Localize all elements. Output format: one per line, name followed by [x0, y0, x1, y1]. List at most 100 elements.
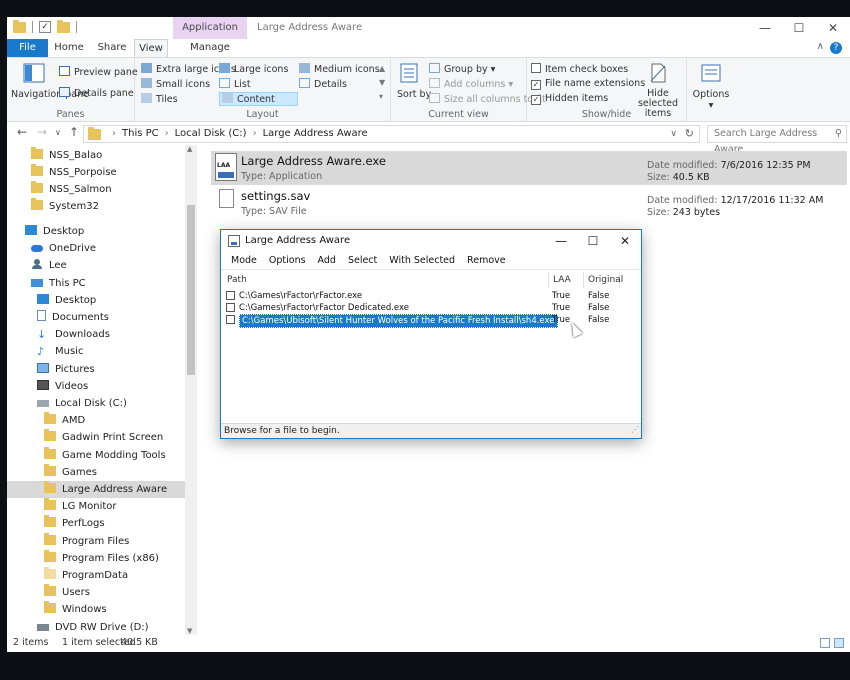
row-checkbox[interactable] [226, 291, 235, 300]
breadcrumb-local-disk[interactable]: Local Disk (C:) [175, 128, 247, 139]
nav-item-nss-porpoise[interactable]: NSS_Porpoise [31, 164, 117, 181]
nav-item-lg-monitor[interactable]: LG Monitor [44, 498, 117, 515]
menu-options[interactable]: Options [263, 252, 312, 269]
dialog-close-button[interactable]: ✕ [609, 230, 641, 252]
layout-tiles[interactable]: Tiles [141, 93, 178, 105]
address-breadcrumb[interactable]: › This PC › Local Disk (C:) › Large Address A… [83, 125, 700, 143]
nav-pane-scrollbar[interactable]: ▲ ▼ [185, 145, 197, 635]
menu-with-selected[interactable]: With Selected [383, 252, 461, 269]
menu-remove[interactable]: Remove [461, 252, 512, 269]
nav-item-videos[interactable]: Videos [37, 378, 88, 395]
column-header-path[interactable]: Path [223, 272, 549, 288]
tab-share[interactable]: Share [95, 39, 129, 57]
row-checkbox[interactable] [226, 315, 235, 324]
column-header-original[interactable]: Original [584, 272, 623, 288]
properties-icon[interactable]: ✓ [39, 21, 51, 33]
options-button[interactable]: Options ▾ [691, 62, 731, 111]
nav-item-this-pc[interactable]: This PC [31, 275, 86, 292]
up-arrow-icon[interactable]: ↑ [69, 125, 79, 139]
group-by-button[interactable]: Group by ▾ [429, 63, 495, 75]
nav-item-nss-salmon[interactable]: NSS_Salmon [31, 181, 112, 198]
row-checkbox[interactable] [226, 303, 235, 312]
layout-group-label: Layout [246, 109, 279, 120]
layout-large-icons[interactable]: Large icons [219, 63, 288, 75]
file-row-settings-sav[interactable]: settings.sav Type: SAV File Date modifie… [211, 186, 847, 220]
menu-add[interactable]: Add [312, 252, 342, 269]
nav-item-desktop[interactable]: Desktop [37, 292, 96, 309]
menu-select[interactable]: Select [342, 252, 383, 269]
nav-item-desktop-root[interactable]: Desktop [25, 223, 84, 240]
tab-home[interactable]: Home [53, 39, 85, 57]
nav-item-large-address-aware[interactable]: Large Address Aware [7, 481, 185, 498]
nav-item-game-modding-tools[interactable]: Game Modding Tools [44, 447, 166, 464]
menu-mode[interactable]: Mode [225, 252, 263, 269]
nav-item-gadwin[interactable]: Gadwin Print Screen [44, 429, 163, 446]
breadcrumb-separator[interactable]: › [253, 128, 257, 139]
breadcrumb-this-pc[interactable]: This PC [122, 128, 159, 139]
nav-item-program-files[interactable]: Program Files [44, 533, 129, 550]
new-folder-icon[interactable] [57, 19, 70, 33]
nav-item-system32[interactable]: System32 [31, 198, 99, 215]
nav-item-onedrive[interactable]: OneDrive [31, 240, 96, 257]
nav-item-amd[interactable]: AMD [44, 412, 85, 429]
dialog-status-text: Browse for a file to begin. [224, 426, 340, 436]
back-arrow-icon[interactable]: ← [17, 125, 27, 139]
resize-grip-icon[interactable]: ⋰ [631, 423, 639, 437]
list-item[interactable]: C:\Games\rFactor\rFactor Dedicated.exe T… [223, 302, 639, 314]
scroll-up-icon[interactable]: ▲ [187, 145, 192, 153]
preview-pane-button[interactable]: Preview pane [59, 66, 138, 78]
help-icon[interactable]: ? [830, 42, 842, 54]
nav-item-programdata[interactable]: ProgramData [44, 567, 128, 584]
item-check-boxes-toggle[interactable]: Item check boxes [531, 63, 628, 75]
nav-item-downloads[interactable]: ↓ Downloads [37, 326, 110, 343]
dialog-maximize-button[interactable]: ☐ [577, 230, 609, 252]
breadcrumb-current-folder[interactable]: Large Address Aware [263, 128, 368, 139]
nav-item-program-files-x86[interactable]: Program Files (x86) [44, 550, 159, 567]
folder-icon [44, 601, 56, 613]
sort-by-button[interactable]: Sort by [397, 62, 431, 100]
nav-item-windows[interactable]: Windows [44, 601, 107, 618]
scrollbar-thumb[interactable] [187, 205, 195, 375]
layout-content[interactable]: Content [219, 92, 298, 106]
nav-item-nss-balao[interactable]: NSS_Balao [31, 147, 102, 164]
add-columns-button[interactable]: Add columns ▾ [429, 78, 513, 90]
nav-item-pictures[interactable]: Pictures [37, 361, 95, 378]
nav-item-music[interactable]: ♪ Music [37, 343, 83, 360]
nav-item-local-disk[interactable]: Local Disk (C:) [37, 395, 127, 412]
details-pane-button[interactable]: Details pane [59, 87, 134, 99]
file-name-extensions-toggle[interactable]: ✓ File name extensions [531, 78, 645, 90]
layout-list[interactable]: List [219, 78, 251, 90]
breadcrumb-separator[interactable]: › [165, 128, 169, 139]
minimize-button[interactable]: — [748, 17, 782, 39]
large-icons-view-icon[interactable] [834, 638, 844, 648]
nav-item-documents[interactable]: Documents [37, 309, 109, 326]
layout-scroll-buttons[interactable]: ▲ ▼ ▾ [379, 62, 385, 104]
search-input[interactable]: Search Large Address Aware ⚲ [707, 125, 847, 155]
tab-manage[interactable]: Manage [173, 39, 247, 57]
layout-medium-icons[interactable]: Medium icons [299, 63, 380, 75]
dialog-minimize-button[interactable]: — [545, 230, 577, 252]
column-header-laa[interactable]: LAA [549, 272, 584, 288]
layout-details[interactable]: Details [299, 78, 347, 90]
forward-arrow-icon[interactable]: → [37, 125, 47, 139]
maximize-button[interactable]: ☐ [782, 17, 816, 39]
hidden-items-toggle[interactable]: ✓ Hidden items [531, 93, 608, 105]
nav-item-perflogs[interactable]: PerfLogs [44, 515, 105, 532]
list-item[interactable]: C:\Games\rFactor\rFactor.exe True False [223, 290, 639, 302]
nav-item-users[interactable]: Users [44, 584, 90, 601]
tab-view[interactable]: View [134, 39, 168, 57]
address-history-chevron-icon[interactable]: ∨ [670, 126, 677, 142]
chevron-up-icon[interactable]: ∧ [817, 41, 824, 52]
nav-item-user[interactable]: Lee [31, 257, 67, 274]
recent-locations-chevron-icon[interactable]: ∨ [55, 128, 61, 137]
tab-file[interactable]: File [7, 39, 48, 57]
navigation-pane-button[interactable]: Navigation pane [11, 62, 89, 100]
details-view-icon[interactable] [820, 638, 830, 648]
file-row-large-address-aware-exe[interactable]: LAA Large Address Aware.exe Type: Applic… [211, 151, 847, 185]
close-button[interactable]: ✕ [816, 17, 850, 39]
nav-item-dvd-drive[interactable]: DVD RW Drive (D:) [37, 619, 149, 636]
layout-small-icons[interactable]: Small icons [141, 78, 210, 90]
scroll-down-icon[interactable]: ▼ [187, 627, 192, 635]
nav-item-games[interactable]: Games [44, 464, 97, 481]
refresh-icon[interactable]: ↻ [685, 126, 694, 142]
